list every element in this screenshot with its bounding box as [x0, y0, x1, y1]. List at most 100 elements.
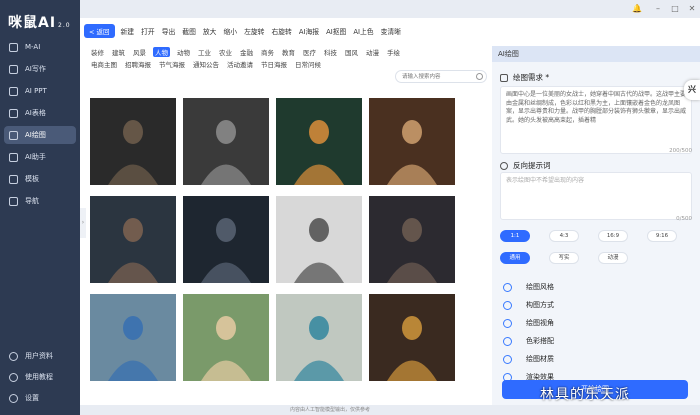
collapse-handle[interactable]: ›	[80, 208, 86, 238]
image-thumbnail[interactable]	[369, 196, 455, 283]
image-thumbnail[interactable]	[183, 294, 269, 381]
category-cat-row1-1[interactable]: 建筑	[111, 47, 126, 57]
ratio-option-0[interactable]: 1:1	[500, 230, 530, 242]
category-cat-row1-8[interactable]: 商务	[260, 47, 275, 57]
sidebar-item-1[interactable]: AI写作	[4, 60, 76, 78]
image-thumbnail[interactable]	[369, 98, 455, 185]
negative-counter: 0/500	[676, 216, 692, 222]
sidebar-item-6[interactable]: 模板	[4, 170, 76, 188]
image-thumbnail[interactable]	[90, 196, 176, 283]
app-logo: 咪鼠AI 2.0	[8, 15, 71, 31]
panel-option-2[interactable]: 绘图视角	[500, 316, 692, 330]
sidebar-item-4[interactable]: AI绘图	[4, 126, 76, 144]
image-thumbnail[interactable]	[369, 294, 455, 381]
category-cat-row1-3[interactable]: 人物	[153, 46, 170, 57]
negative-textarea[interactable]: 表示绘图中不希望出现的内容	[500, 172, 692, 220]
toolbar-item-1[interactable]: 打开	[141, 28, 155, 36]
toolbar-item-11[interactable]: 变清晰	[381, 28, 401, 36]
sidebar-bottom-item-1[interactable]: 使用教程	[4, 368, 76, 386]
slides-icon	[9, 86, 18, 96]
mode-option-0[interactable]: 通用	[500, 252, 530, 264]
toolbar-item-0[interactable]: 新建	[121, 28, 135, 36]
category-cat-row2-3[interactable]: 通知公告	[192, 59, 220, 69]
window-bar: 🔔 – □ ✕	[80, 0, 700, 18]
sidebar-item-label: 模板	[25, 175, 39, 183]
category-cat-row1-5[interactable]: 工业	[197, 47, 212, 57]
close-icon[interactable]: ✕	[687, 4, 697, 14]
bell-icon[interactable]: 🔔	[632, 4, 642, 14]
mode-option-1[interactable]: 写实	[549, 252, 579, 264]
image-thumbnail[interactable]	[276, 196, 362, 283]
toolbar-item-2[interactable]: 导出	[162, 28, 176, 36]
ratio-option-2[interactable]: 16:9	[598, 230, 628, 242]
sidebar-bottom-item-0[interactable]: 用户资料	[4, 347, 76, 365]
panel-option-0[interactable]: 绘图风格	[500, 280, 692, 294]
floating-assistant-icon[interactable]: 兴	[684, 80, 700, 100]
image-thumbnail[interactable]	[183, 196, 269, 283]
toolbar-item-8[interactable]: AI海报	[299, 28, 319, 36]
sidebar-bottom-item-2[interactable]: 设置	[4, 389, 76, 407]
category-cat-row2-6[interactable]: 日常问候	[294, 59, 322, 69]
panel-title: AI绘图	[492, 46, 700, 62]
pen-icon	[9, 64, 18, 74]
toolbar-item-9[interactable]: AI抠图	[326, 28, 346, 36]
option-label: 绘图材质	[526, 355, 554, 363]
sidebar-item-label: AI写作	[25, 65, 46, 73]
negative-label: 反向提示词	[500, 160, 551, 171]
category-cat-row2-1[interactable]: 招聘海报	[124, 59, 152, 69]
toolbar-item-10[interactable]: AI上色	[353, 28, 373, 36]
sidebar-item-2[interactable]: AI PPT	[4, 82, 76, 100]
table-icon	[9, 108, 18, 118]
watermark: 林具的乐天派	[540, 387, 630, 403]
sidebar-item-label: M-AI	[25, 43, 41, 51]
category-cat-row1-14[interactable]: 手绘	[386, 47, 401, 57]
ratio-option-3[interactable]: 9:16	[647, 230, 677, 242]
category-cat-row1-4[interactable]: 动物	[176, 47, 191, 57]
toolbar-item-5[interactable]: 缩小	[223, 28, 237, 36]
category-cat-row2-5[interactable]: 节日海报	[260, 59, 288, 69]
robot-icon	[9, 152, 18, 162]
panel-option-3[interactable]: 色彩搭配	[500, 334, 692, 348]
toolbar-item-3[interactable]: 截图	[182, 28, 196, 36]
category-cat-row1-12[interactable]: 国风	[344, 47, 359, 57]
toolbar-item-4[interactable]: 放大	[203, 28, 217, 36]
option-icon	[503, 318, 512, 328]
category-cat-row1-2[interactable]: 风景	[132, 47, 147, 57]
category-cat-row1-9[interactable]: 教育	[281, 47, 296, 57]
toolbar-item-7[interactable]: 右旋转	[271, 28, 291, 36]
panel-option-1[interactable]: 构图方式	[500, 298, 692, 312]
category-cat-row1-6[interactable]: 农业	[218, 47, 233, 57]
toolbar-item-6[interactable]: 左旋转	[244, 28, 264, 36]
sidebar-item-7[interactable]: 导航	[4, 192, 76, 210]
search-icon[interactable]	[476, 73, 483, 80]
panel-option-4[interactable]: 绘图材质	[500, 352, 692, 366]
minimize-icon[interactable]: –	[653, 4, 663, 14]
search-input[interactable]	[395, 70, 487, 83]
category-cat-row2-0[interactable]: 电商主图	[90, 59, 118, 69]
prompt-textarea[interactable]: 画面中心是一位美丽的女战士，她穿着中国古代的战甲。这战甲主要由金属和丝绸制成，色…	[500, 86, 692, 154]
image-thumbnail[interactable]	[276, 98, 362, 185]
sidebar-item-0[interactable]: M-AI	[4, 38, 76, 56]
sidebar-item-3[interactable]: AI表格	[4, 104, 76, 122]
sidebar-item-5[interactable]: AI助手	[4, 148, 76, 166]
category-cat-row2-4[interactable]: 活动邀请	[226, 59, 254, 69]
paint-icon	[9, 130, 18, 140]
main-content: < 返回 新建 打开 导出 截图 放大 缩小 左旋转 右旋转 AI海报 AI抠图 AI上色 变清晰 装…	[80, 18, 700, 405]
option-icon	[503, 336, 512, 346]
image-thumbnail[interactable]	[90, 294, 176, 381]
image-thumbnail[interactable]	[183, 98, 269, 185]
category-cat-row2-2[interactable]: 节气海报	[158, 59, 186, 69]
back-button[interactable]: < 返回	[84, 24, 115, 38]
option-label: 构图方式	[526, 301, 554, 309]
category-cat-row1-11[interactable]: 科技	[323, 47, 338, 57]
mode-option-2[interactable]: 动漫	[598, 252, 628, 264]
ratio-option-1[interactable]: 4:3	[549, 230, 579, 242]
category-row-1: 装修 建筑 风景 人物 动物 工业 农业 金融 商务 教育 医疗 科技 国风 动漫 手绘	[90, 46, 407, 57]
image-thumbnail[interactable]	[90, 98, 176, 185]
category-cat-row1-7[interactable]: 金融	[239, 47, 254, 57]
image-thumbnail[interactable]	[276, 294, 362, 381]
category-cat-row1-13[interactable]: 动漫	[365, 47, 380, 57]
category-cat-row1-0[interactable]: 装修	[90, 47, 105, 57]
category-cat-row1-10[interactable]: 医疗	[302, 47, 317, 57]
maximize-icon[interactable]: □	[670, 4, 680, 14]
